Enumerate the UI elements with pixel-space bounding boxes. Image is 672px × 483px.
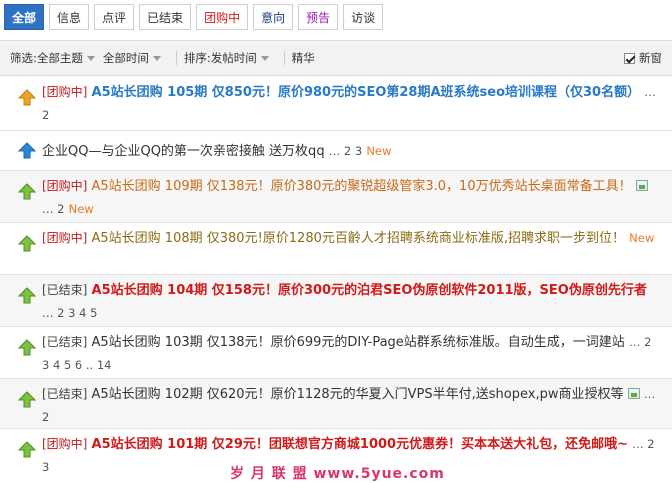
thread-title-link[interactable]: A5站长团购 108期 仅380元!原价1280元百齡人才招聘系统商业标准版,招… — [92, 231, 625, 246]
tab-info[interactable]: 信息 — [49, 4, 90, 30]
divider — [283, 51, 285, 65]
thread-title-link[interactable]: A5站长团购 101期 仅29元！团联想官方商城1000元优惠券！买本本送大礼包… — [92, 437, 628, 452]
tab-review[interactable]: 点评 — [94, 4, 135, 30]
thread-pages[interactable]: … 2 3 — [329, 144, 362, 158]
thread-status-icon — [18, 339, 36, 356]
new-badge: New — [629, 231, 655, 245]
image-attachment-icon — [627, 388, 640, 399]
tab-preview[interactable]: 预告 — [298, 4, 339, 30]
thread-row: [团购中] A5站长团购 109期 仅138元！原价380元的聚锐超级管家3.0… — [0, 171, 672, 223]
new-window-toggle[interactable]: 新窗 — [624, 41, 662, 75]
thread-row: [团购中] A5站长团购 105期 仅850元！原价980元的SEO第28期A班… — [0, 77, 672, 131]
new-badge: New — [366, 144, 392, 158]
thread-title-link[interactable]: A5站长团购 102期 仅620元！原价1128元的华夏入门VPS半年付,送sh… — [92, 387, 624, 402]
image-attachment-icon — [635, 180, 648, 191]
tab-all[interactable]: 全部 — [4, 4, 45, 30]
thread-tag[interactable]: [团购中] — [42, 231, 87, 245]
tab-intent[interactable]: 意向 — [253, 4, 294, 30]
time-filter-value: 全部时间 — [102, 51, 149, 65]
thread-status-icon — [18, 235, 36, 252]
thread-tag[interactable]: [团购中] — [42, 85, 87, 99]
thread-pages[interactable]: … 2 3 4 5 — [42, 306, 97, 320]
thread-pages[interactable]: … 2 — [42, 202, 64, 216]
thread-status-icon — [18, 183, 36, 200]
topic-filter-value: 全部主题 — [36, 51, 83, 65]
chevron-down-icon — [260, 55, 269, 61]
new-window-checkbox[interactable] — [624, 52, 635, 64]
tab-interview[interactable]: 访谈 — [343, 4, 384, 30]
thread-status-icon — [18, 441, 36, 458]
thread-row: [已结束] A5站长团购 102期 仅620元！原价1128元的华夏入门VPS半… — [0, 379, 672, 429]
thread-status-icon — [18, 287, 36, 304]
announcement-thread-icon — [18, 142, 36, 159]
thread-row: 企业QQ—与企业QQ的第一次亲密接触 送万枚qq … 2 3 New — [0, 131, 672, 171]
chevron-down-icon — [86, 55, 95, 61]
thread-row: [已结束] A5站长团购 103期 仅138元！原价699元的DIY-Page站… — [0, 327, 672, 379]
time-filter-dropdown[interactable]: 全部时间 — [103, 50, 161, 66]
thread-tag[interactable]: [已结束] — [42, 335, 87, 349]
new-badge: New — [68, 202, 94, 216]
thread-row: [团购中] A5站长团购 108期 仅380元!原价1280元百齡人才招聘系统商… — [0, 223, 672, 275]
thread-content: [团购中] A5站长团购 108期 仅380元!原价1280元百齡人才招聘系统商… — [42, 227, 660, 250]
tab-ended[interactable]: 已结束 — [139, 4, 192, 30]
filter-label: 筛选: — [10, 51, 37, 65]
site-watermark: 岁 月 联 盟 www.5yue.com — [230, 466, 445, 482]
topic-filter-dropdown[interactable]: 全部主题 — [37, 50, 95, 66]
thread-title-link[interactable]: A5站长团购 104期 仅158元！原价300元的泊君SEO伪原创软件2011版… — [92, 283, 647, 298]
pinned-thread-icon — [18, 89, 36, 106]
thread-content: [已结束] A5站长团购 104期 仅158元！原价300元的泊君SEO伪原创软… — [42, 279, 660, 325]
sort-label: 排序: — [183, 51, 211, 65]
thread-title-link[interactable]: A5站长团购 105期 仅850元！原价980元的SEO第28期A班系统seo培… — [92, 85, 641, 100]
thread-tag[interactable]: [团购中] — [42, 437, 87, 451]
digest-filter-link[interactable]: 精华 — [292, 50, 315, 66]
thread-content: [团购中] A5站长团购 105期 仅850元！原价980元的SEO第28期A班… — [42, 81, 660, 127]
thread-title-link[interactable]: A5站长团购 109期 仅138元！原价380元的聚锐超级管家3.0，10万优秀… — [92, 179, 632, 194]
thread-row: [已结束] A5站长团购 104期 仅158元！原价300元的泊君SEO伪原创软… — [0, 275, 672, 327]
thread-tag[interactable]: [已结束] — [42, 283, 87, 297]
thread-title-link[interactable]: A5站长团购 103期 仅138元！原价699元的DIY-Page站群系统标准版… — [92, 335, 625, 350]
thread-title-link[interactable]: 企业QQ—与企业QQ的第一次亲密接触 送万枚qq — [42, 144, 325, 159]
tab-group-buying[interactable]: 团购中 — [196, 4, 249, 30]
new-window-label: 新窗 — [639, 51, 662, 65]
topic-filter-tabs: 全部 信息 点评 已结束 团购中 意向 预告 访谈 — [0, 0, 672, 40]
thread-tag[interactable]: [已结束] — [42, 387, 87, 401]
thread-content: [团购中] A5站长团购 109期 仅138元！原价380元的聚锐超级管家3.0… — [42, 175, 660, 221]
chevron-down-icon — [152, 55, 161, 61]
sort-dropdown[interactable]: 发帖时间 — [211, 50, 269, 66]
divider — [175, 51, 177, 65]
filter-bar: 筛选: 全部主题 全部时间 排序: 发帖时间 精华 新窗 — [0, 40, 672, 76]
thread-content: 企业QQ—与企业QQ的第一次亲密接触 送万枚qq … 2 3 New — [42, 140, 660, 163]
thread-content: [已结束] A5站长团购 103期 仅138元！原价699元的DIY-Page站… — [42, 331, 660, 377]
thread-tag[interactable]: [团购中] — [42, 179, 87, 193]
thread-status-icon — [18, 391, 36, 408]
thread-content: [已结束] A5站长团购 102期 仅620元！原价1128元的华夏入门VPS半… — [42, 383, 660, 429]
sort-value: 发帖时间 — [210, 51, 257, 65]
